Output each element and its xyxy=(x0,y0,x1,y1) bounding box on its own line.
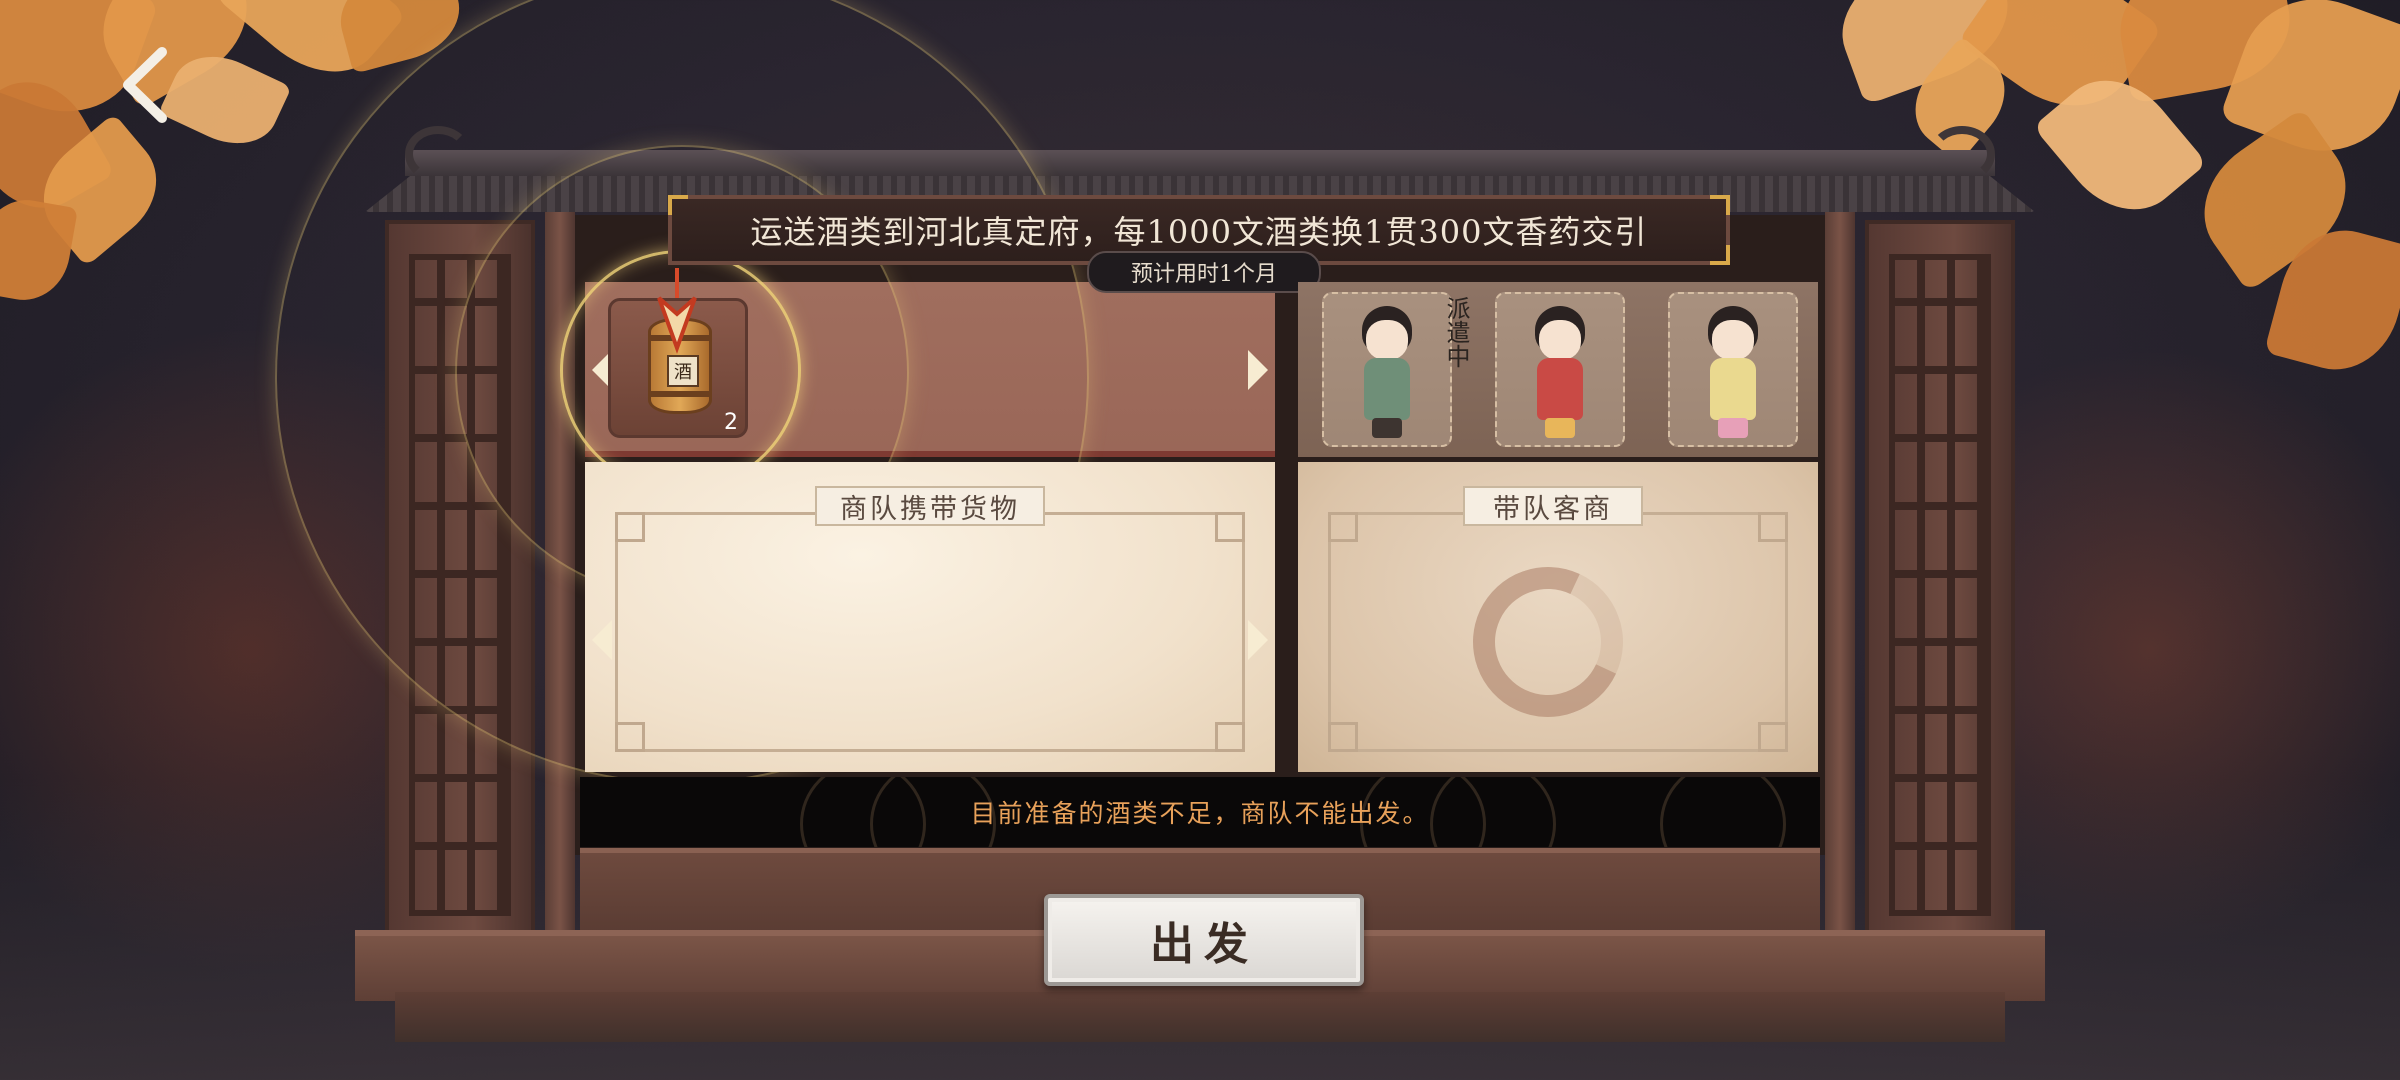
booth-counter-base xyxy=(395,992,2005,1042)
merchant-card-3[interactable] xyxy=(1668,292,1798,447)
depart-button[interactable]: 出发 xyxy=(1044,894,1364,986)
merchant-avatar xyxy=(1525,306,1595,441)
status-bar: 目前准备的酒类不足，商队不能出发。 xyxy=(580,777,1820,847)
back-button[interactable] xyxy=(100,40,190,130)
post-right xyxy=(1825,210,1855,950)
corner-ornament xyxy=(615,512,645,542)
corner-ornament xyxy=(1328,722,1358,752)
corner-ornament xyxy=(1328,512,1358,542)
corner-ornament xyxy=(1215,722,1245,752)
shutter-right xyxy=(1865,220,2015,960)
merchant-card-2[interactable] xyxy=(1495,292,1625,447)
merchant-panel: 带队客商 xyxy=(1298,462,1818,772)
corner-ornament xyxy=(1758,512,1788,542)
depart-button-label: 出发 xyxy=(1150,919,1258,970)
banner-corner xyxy=(668,195,688,215)
goods-next-arrow[interactable] xyxy=(1248,350,1268,390)
merchant-avatar xyxy=(1352,306,1422,441)
banner-corner xyxy=(1710,245,1730,265)
merchant-card-1[interactable] xyxy=(1322,292,1452,447)
merchant-avatar xyxy=(1698,306,1768,441)
cargo-panel-label: 商队携带货物 xyxy=(815,486,1045,526)
banner-corner xyxy=(1710,195,1730,215)
corner-ornament xyxy=(1215,512,1245,542)
back-arrow-icon xyxy=(123,47,167,123)
cargo-next-arrow[interactable] xyxy=(1248,620,1268,660)
merchant-panel-label: 带队客商 xyxy=(1463,486,1643,526)
corner-ornament xyxy=(615,722,645,752)
duration-badge: 预计用时1个月 xyxy=(1087,251,1321,293)
cargo-prev-arrow[interactable] xyxy=(592,620,612,660)
status-message: 目前准备的酒类不足，商队不能出发。 xyxy=(970,799,1430,828)
corner-ornament xyxy=(1758,722,1788,752)
dispatch-status: 派遣中 xyxy=(1442,296,1470,368)
cargo-panel: 商队携带货物 xyxy=(585,462,1275,772)
